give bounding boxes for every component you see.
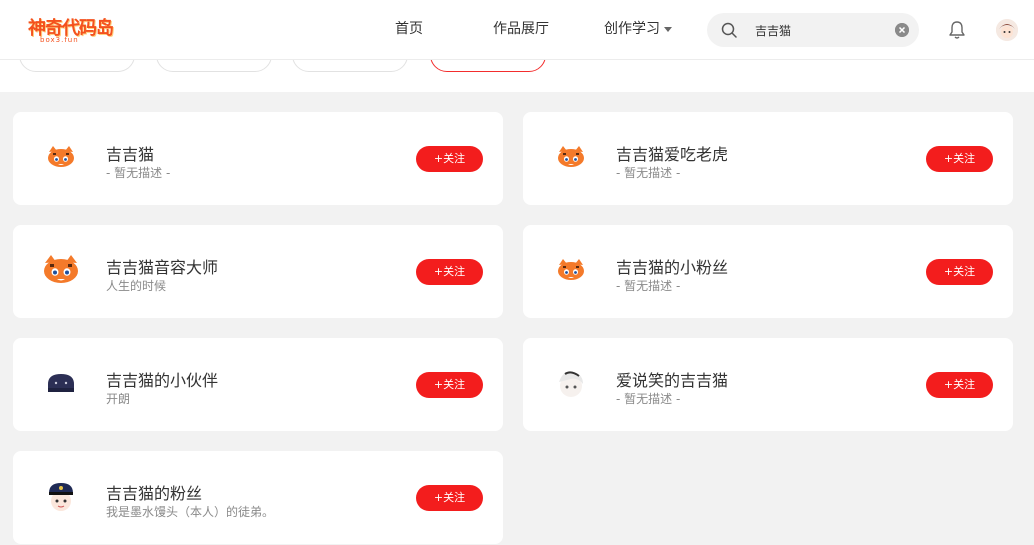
user-card[interactable]: 吉吉猫音容大师 人生的时候 +关注 [13,225,503,318]
clear-icon[interactable] [895,23,909,37]
user-card[interactable]: 吉吉猫 - 暂无描述 - +关注 [13,112,503,205]
user-card-name[interactable]: 吉吉猫 [106,141,154,165]
user-card-description: 人生的时候 [106,279,167,293]
site-logo[interactable]: 神奇代码岛 box3.fun [28,12,114,46]
user-card-name[interactable]: 吉吉猫的粉丝 [106,480,202,504]
caret-down-icon [664,26,672,32]
user-card-description: 我是墨水馒头（本人）的徒弟。 [106,505,275,519]
tab-3[interactable] [292,60,408,72]
category-tabs [0,60,1034,92]
tab-1[interactable] [19,60,135,72]
follow-button[interactable]: +关注 [926,259,993,285]
follow-button[interactable]: +关注 [416,146,483,172]
user-avatar[interactable] [996,19,1018,41]
user-card-avatar[interactable] [39,136,83,180]
user-card-name[interactable]: 爱说笑的吉吉猫 [616,367,728,391]
user-card-description: - 暂无描述 - [616,166,681,180]
top-header: 神奇代码岛 box3.fun 首页 作品展厅 创作学习 [0,0,1034,60]
follow-button[interactable]: +关注 [926,372,993,398]
user-card-avatar[interactable] [549,136,593,180]
user-card[interactable]: 吉吉猫的粉丝 我是墨水馒头（本人）的徒弟。 +关注 [13,451,503,544]
search-box [707,13,919,47]
user-card[interactable]: 吉吉猫爱吃老虎 - 暂无描述 - +关注 [523,112,1013,205]
user-card-avatar[interactable] [39,362,83,406]
user-card-avatar[interactable] [549,362,593,406]
nav-learn-label: 创作学习 [604,21,660,37]
search-icon[interactable] [721,22,737,38]
tab-2[interactable] [156,60,272,72]
user-card[interactable]: 吉吉猫的小伙伴 开朗 +关注 [13,338,503,431]
nav-learn[interactable]: 创作学习 [604,18,672,38]
user-card-name[interactable]: 吉吉猫爱吃老虎 [616,141,728,165]
user-card[interactable]: 爱说笑的吉吉猫 - 暂无描述 - +关注 [523,338,1013,431]
user-card-description: - 暂无描述 - [616,279,681,293]
user-card-avatar[interactable] [39,475,83,519]
logo-subtext: box3.fun [40,36,79,44]
follow-button[interactable]: +关注 [416,259,483,285]
user-avatar-image [996,19,1018,41]
user-card-description: - 暂无描述 - [616,392,681,406]
user-card[interactable]: 吉吉猫的小粉丝 - 暂无描述 - +关注 [523,225,1013,318]
bell-icon[interactable] [948,20,966,40]
user-card-name[interactable]: 吉吉猫的小伙伴 [106,367,218,391]
user-card-name[interactable]: 吉吉猫的小粉丝 [616,254,728,278]
user-card-avatar[interactable] [39,249,83,293]
search-input[interactable] [755,20,885,40]
follow-button[interactable]: +关注 [416,372,483,398]
user-card-description: 开朗 [106,392,131,406]
follow-button[interactable]: +关注 [416,485,483,511]
user-card-name[interactable]: 吉吉猫音容大师 [106,254,218,278]
follow-button[interactable]: +关注 [926,146,993,172]
nav-gallery[interactable]: 作品展厅 [493,18,549,38]
tab-users[interactable] [430,60,546,72]
user-card-description: - 暂无描述 - [106,166,171,180]
user-card-avatar[interactable] [549,249,593,293]
nav-home[interactable]: 首页 [395,18,423,38]
